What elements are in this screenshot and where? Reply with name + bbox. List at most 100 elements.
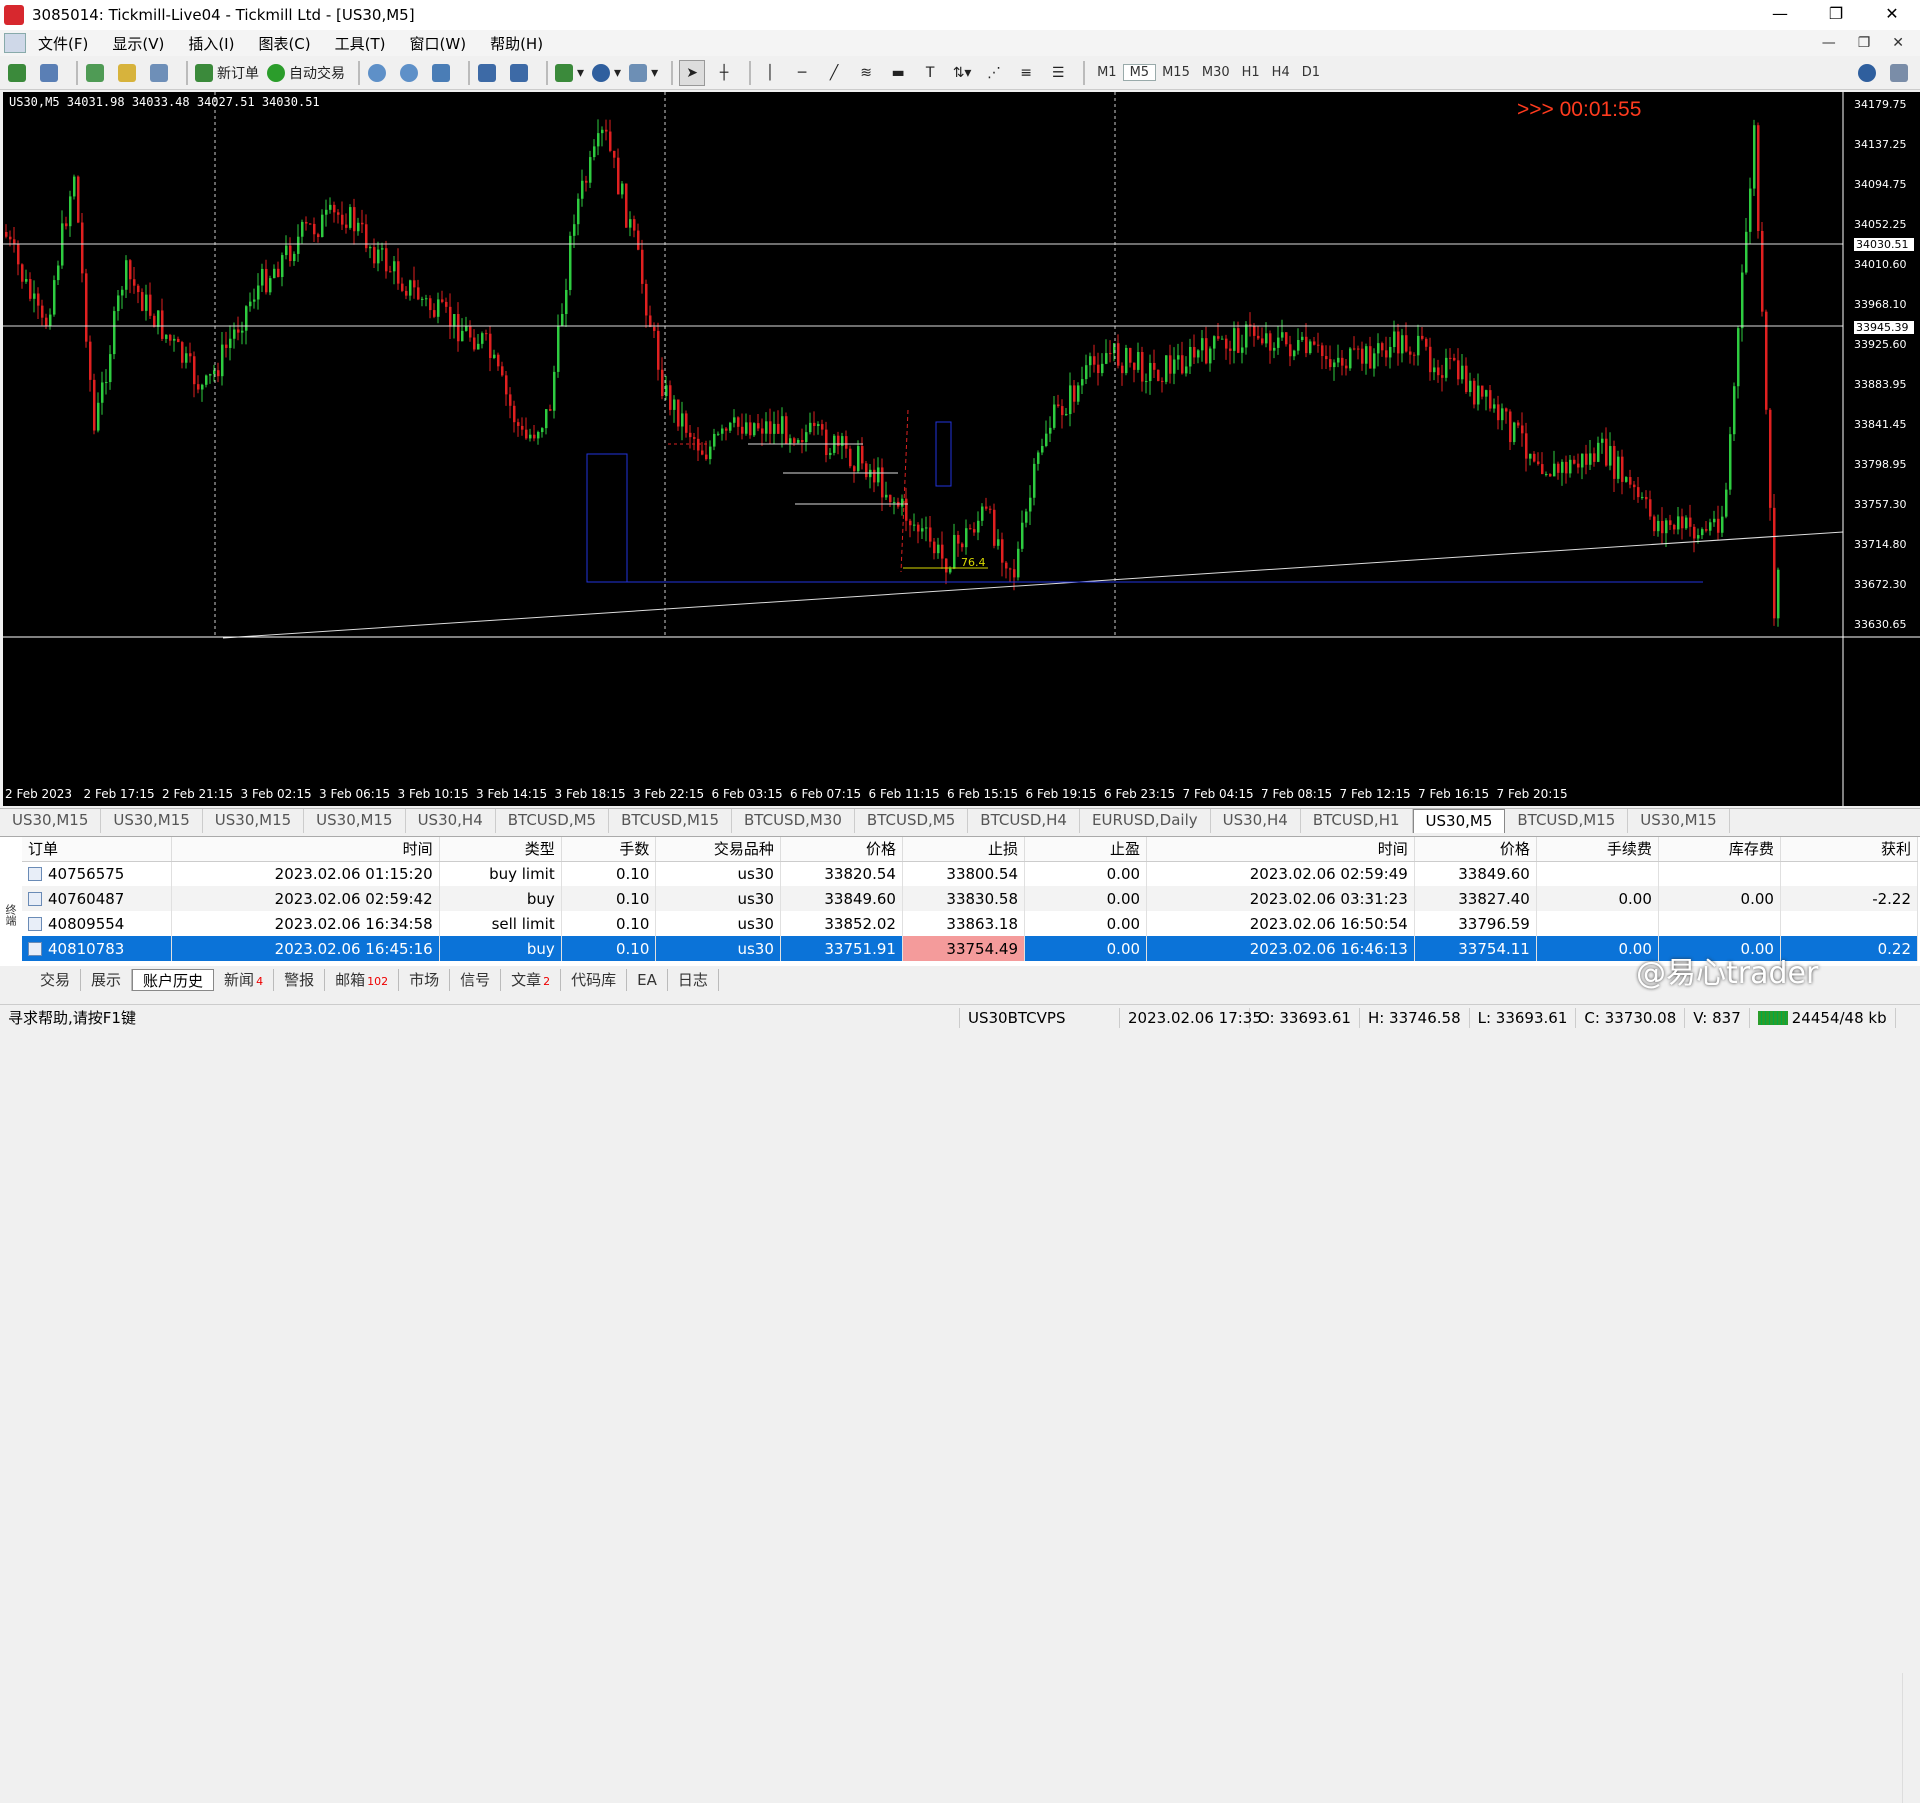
table-row[interactable]: 40810783 2023.02.06 16:45:16 buy 0.10 us30 33… — [22, 936, 1919, 961]
maximize-button[interactable]: ❐ — [1808, 0, 1864, 30]
chart-tab[interactable]: US30,H4 — [1211, 808, 1301, 833]
new-chart-button[interactable] — [6, 60, 32, 86]
tile-windows-button[interactable] — [430, 60, 456, 86]
terminal-tab[interactable]: 文章 2 — [501, 969, 562, 991]
chart-canvas[interactable]: 76.4 — [3, 92, 1920, 806]
timeframe-m15[interactable]: M15 — [1156, 65, 1196, 80]
column-header[interactable]: 时间 — [171, 837, 440, 862]
timeframe-m30[interactable]: M30 — [1196, 65, 1236, 80]
table-row[interactable]: 40760487 2023.02.06 02:59:42 buy 0.10 us30 33… — [22, 886, 1919, 911]
chart-shift-button[interactable] — [476, 60, 502, 86]
column-header[interactable]: 止损 — [902, 837, 1026, 862]
close-button[interactable]: ✕ — [1864, 0, 1920, 30]
menu-window[interactable]: 窗口(W) — [398, 33, 479, 54]
menu-charts[interactable]: 图表(C) — [246, 33, 322, 54]
market-watch-button[interactable] — [84, 60, 110, 86]
rectangle-object[interactable] — [586, 453, 628, 583]
auto-trade-button[interactable]: 自动交易 — [266, 60, 346, 86]
chart-tab[interactable]: BTCUSD,H1 — [1301, 808, 1413, 833]
autoscroll-button[interactable] — [508, 60, 534, 86]
timeframe-d1[interactable]: D1 — [1296, 65, 1326, 80]
text-tool[interactable]: T — [917, 60, 943, 86]
rectangle-tool[interactable]: ▬ — [885, 60, 911, 86]
column-header[interactable]: 获利 — [1780, 837, 1919, 862]
fibo-levels-tool[interactable]: ☰ — [1045, 60, 1071, 86]
navigator-button[interactable] — [148, 60, 174, 86]
minimize-button[interactable]: — — [1752, 0, 1808, 30]
trendline[interactable] — [222, 531, 1844, 639]
timeframe-m5[interactable]: M5 — [1122, 64, 1157, 81]
chart-minimize-button[interactable]: — — [1822, 35, 1836, 51]
terminal-tab[interactable]: 展示 — [81, 969, 133, 991]
chart-close-button[interactable]: ✕ — [1892, 35, 1904, 51]
fibo-tool[interactable]: ≡ — [1013, 60, 1039, 86]
menu-help[interactable]: 帮助(H) — [478, 33, 555, 54]
column-header[interactable]: 止盈 — [1024, 837, 1148, 862]
chart-window-icon[interactable] — [4, 33, 26, 53]
chart-restore-button[interactable]: ❐ — [1858, 35, 1871, 51]
terminal-tab[interactable]: 邮箱 102 — [325, 969, 400, 991]
periods-button[interactable]: ▾ — [591, 60, 622, 86]
menu-view[interactable]: 显示(V) — [100, 33, 176, 54]
arrows-tool[interactable]: ⇅▾ — [949, 60, 975, 86]
chart-tab[interactable]: BTCUSD,M5 — [496, 808, 610, 833]
chart-tab[interactable]: US30,M5 — [1412, 808, 1506, 833]
terminal-tab[interactable]: EA — [627, 969, 668, 991]
zoom-in-button[interactable] — [366, 60, 392, 86]
chart-tab[interactable]: US30,M15 — [1628, 808, 1730, 833]
timeframe-m1[interactable]: M1 — [1091, 65, 1123, 80]
column-header[interactable]: 交易品种 — [655, 837, 781, 862]
column-header[interactable]: 订单 — [22, 837, 172, 862]
column-header[interactable]: 手续费 — [1536, 837, 1659, 862]
terminal-tab[interactable]: 代码库 — [561, 969, 628, 991]
chat-button[interactable] — [1888, 60, 1914, 86]
zoom-out-button[interactable] — [398, 60, 424, 86]
indicators-button[interactable]: ▾ — [554, 60, 585, 86]
chart-tab[interactable]: BTCUSD,M5 — [855, 808, 969, 833]
search-button[interactable] — [1856, 60, 1882, 86]
chart-tab[interactable]: US30,M15 — [203, 808, 305, 833]
chart-tab[interactable]: US30,H4 — [406, 808, 496, 833]
table-row[interactable]: 40756575 2023.02.06 01:15:20 buy limit 0.10… — [22, 861, 1919, 886]
column-header[interactable]: 类型 — [439, 837, 562, 862]
channel-tool[interactable]: ≋ — [853, 60, 879, 86]
menu-tools[interactable]: 工具(T) — [323, 33, 398, 54]
chart-tab[interactable]: US30,M15 — [101, 808, 203, 833]
timeframe-h4[interactable]: H4 — [1266, 65, 1296, 80]
terminal-tab[interactable]: 警报 — [274, 969, 326, 991]
vertical-line-tool[interactable]: │ — [757, 60, 783, 86]
new-order-button[interactable]: 新订单 — [194, 60, 260, 86]
chart-tab[interactable]: US30,M15 — [304, 808, 406, 833]
menu-insert[interactable]: 插入(I) — [176, 33, 246, 54]
horizontal-line-tool[interactable]: ─ — [789, 60, 815, 86]
data-window-button[interactable] — [116, 60, 142, 86]
chart-tab[interactable]: EURUSD,Daily — [1080, 808, 1211, 833]
trendline-tool[interactable]: ╱ — [821, 60, 847, 86]
terminal-tab[interactable]: 交易 — [30, 969, 82, 991]
terminal-tab[interactable]: 信号 — [450, 969, 502, 991]
price-chart[interactable]: 76.4 US30,M5 34031.98 34033.48 34027.51 … — [3, 92, 1920, 806]
chart-tab[interactable]: BTCUSD,H4 — [968, 808, 1080, 833]
chart-tab[interactable]: US30,M15 — [0, 808, 102, 833]
column-header[interactable]: 价格 — [780, 837, 903, 862]
crosshair-tool[interactable]: ┼ — [711, 60, 737, 86]
column-header[interactable]: 手数 — [561, 837, 657, 862]
timeframe-h1[interactable]: H1 — [1236, 65, 1266, 80]
templates-button[interactable]: ▾ — [628, 60, 659, 86]
chart-tab[interactable]: BTCUSD,M30 — [732, 808, 855, 833]
terminal-tab[interactable]: 账户历史 — [132, 969, 215, 991]
table-scrollbar[interactable] — [1902, 1673, 1920, 1803]
column-header[interactable]: 价格 — [1414, 837, 1537, 862]
terminal-tab[interactable]: 新闻 4 — [214, 969, 275, 991]
chart-tab[interactable]: BTCUSD,M15 — [609, 808, 733, 833]
cursor-tool[interactable]: ➤ — [679, 59, 706, 86]
profiles-button[interactable] — [38, 60, 64, 86]
column-header[interactable]: 时间 — [1146, 837, 1415, 862]
terminal-tab[interactable]: 日志 — [668, 969, 719, 991]
rectangle-object[interactable] — [935, 421, 952, 487]
menu-file[interactable]: 文件(F) — [26, 33, 100, 54]
fibo-fan-tool[interactable]: ⋰ — [981, 60, 1007, 86]
terminal-tab[interactable]: 市场 — [399, 969, 451, 991]
chart-tab[interactable]: BTCUSD,M15 — [1505, 808, 1629, 833]
column-header[interactable]: 库存费 — [1658, 837, 1781, 862]
